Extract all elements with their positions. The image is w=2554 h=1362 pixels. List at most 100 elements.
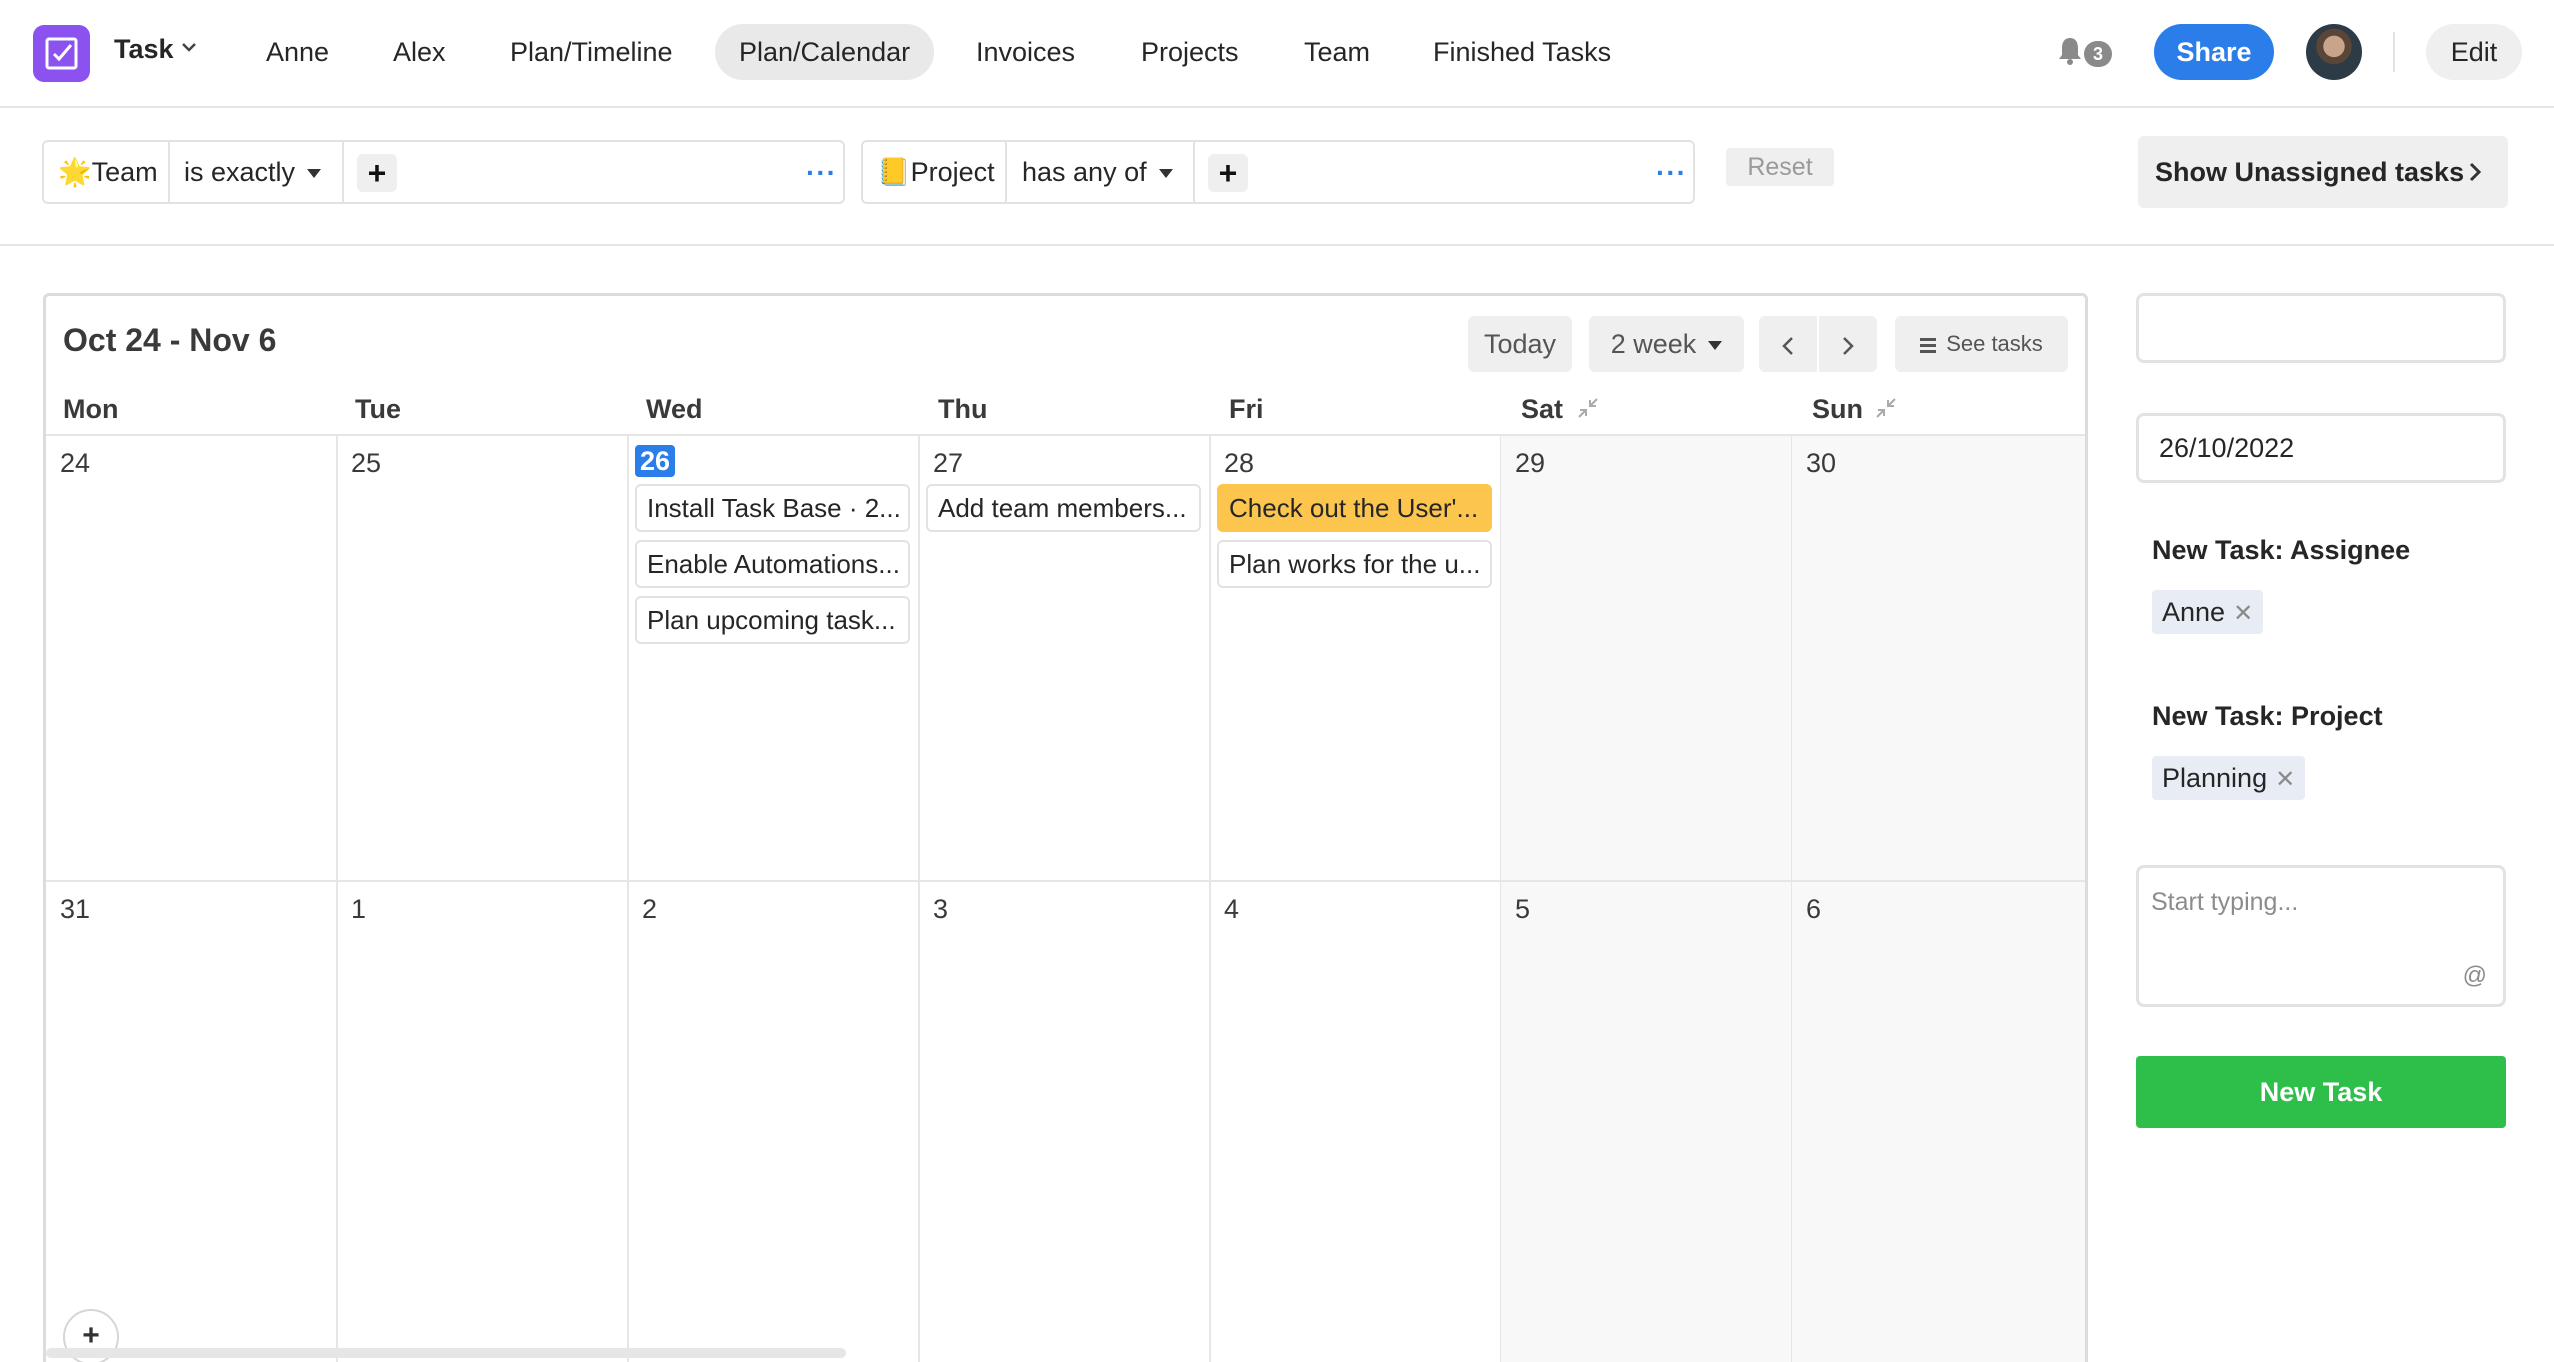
new-task-date-field[interactable]: 26/10/2022 (2136, 413, 2506, 483)
calendar-panel: Oct 24 - Nov 6 Today 2 week See tasks Mo… (43, 293, 2088, 1362)
day-cell-weekend[interactable]: 29 (1501, 436, 1793, 882)
avatar[interactable] (2306, 24, 2362, 80)
nav-tab-alex[interactable]: Alex (369, 24, 470, 80)
more-options-icon[interactable]: ··· (1656, 159, 1687, 187)
day-cell[interactable]: 2 (628, 882, 920, 1362)
nav-tab-team[interactable]: Team (1280, 24, 1394, 80)
day-cell[interactable]: 28 Check out the User'... Plan works for… (1210, 436, 1502, 882)
filter-field-team[interactable]: 🌟Team (58, 142, 158, 202)
day-number: 30 (1806, 448, 1837, 478)
day-cell[interactable]: 4 (1210, 882, 1502, 1362)
new-task-button[interactable]: New Task (2136, 1056, 2506, 1128)
day-cell[interactable]: 25 (337, 436, 629, 882)
list-icon (1920, 335, 1937, 356)
day-number: 6 (1806, 894, 1822, 924)
nav-tab-plan-timeline[interactable]: Plan/Timeline (486, 24, 697, 80)
assignee-label: New Task: Assignee (2152, 535, 2411, 565)
nav-tab-plan-calendar[interactable]: Plan/Calendar (715, 24, 935, 80)
collapse-column-icon[interactable] (1576, 396, 1600, 420)
day-number: 28 (1224, 448, 1255, 478)
day-number: 5 (1515, 894, 1531, 924)
day-number: 4 (1224, 894, 1240, 924)
day-number: 29 (1515, 448, 1546, 478)
divider (1005, 142, 1007, 202)
day-number: 2 (642, 894, 658, 924)
divider (2393, 32, 2395, 72)
day-header-thu: Thu (938, 394, 988, 424)
chevron-left-icon (1782, 336, 1793, 355)
share-button[interactable]: Share (2154, 24, 2274, 80)
edit-button[interactable]: Edit (2426, 24, 2522, 80)
chevron-right-icon (1843, 336, 1854, 355)
more-options-icon[interactable]: ··· (806, 159, 837, 187)
nav-tab-finished-tasks[interactable]: Finished Tasks (1409, 24, 1635, 80)
show-unassigned-tasks-button[interactable]: Show Unassigned tasks (2138, 136, 2508, 208)
day-number: 1 (351, 894, 367, 924)
today-day-number: 26 (635, 445, 676, 477)
day-cell[interactable]: 31 (46, 882, 338, 1362)
day-number: 24 (60, 448, 91, 478)
see-tasks-button[interactable]: See tasks (1895, 316, 2068, 372)
chevron-down-icon[interactable] (180, 40, 198, 54)
day-cell-weekend[interactable]: 6 (1792, 882, 2085, 1362)
nav-tab-anne[interactable]: Anne (242, 24, 353, 80)
day-cell-weekend[interactable]: 30 (1792, 436, 2085, 882)
day-number: 3 (933, 894, 949, 924)
horizontal-scrollbar[interactable] (46, 1348, 846, 1358)
day-cell-weekend[interactable]: 5 (1501, 882, 1793, 1362)
notebook-icon: 📒 (877, 157, 911, 187)
previous-period-button[interactable] (1759, 316, 1817, 372)
caret-down-icon (307, 169, 322, 179)
day-header-sat: Sat (1521, 394, 1564, 424)
next-period-button[interactable] (1819, 316, 1877, 372)
task-notes-input[interactable]: Start typing... @ (2136, 865, 2506, 1007)
bell-icon[interactable] (2057, 35, 2083, 67)
divider (1193, 142, 1195, 202)
day-cell[interactable]: 24 (46, 436, 338, 882)
filter-field-project[interactable]: 📒Project (877, 142, 995, 202)
filter-project: 📒Project has any of + ··· (861, 140, 1695, 204)
divider (168, 142, 170, 202)
assignee-chip[interactable]: Anne ✕ (2152, 590, 2264, 634)
day-cell-today[interactable]: 26 Install Task Base · 2... Enable Autom… (628, 436, 920, 882)
filter-operator-select[interactable]: has any of (1022, 142, 1173, 202)
remove-icon[interactable]: ✕ (2275, 766, 2295, 793)
divider (342, 142, 344, 202)
notes-placeholder: Start typing... (2151, 888, 2299, 916)
app-logo-icon[interactable] (33, 25, 90, 82)
remove-icon[interactable]: ✕ (2233, 600, 2253, 627)
task-card[interactable]: Install Task Base · 2... (635, 484, 910, 532)
caret-down-icon (1158, 169, 1173, 179)
top-navigation-bar: Task Anne Alex Plan/Timeline Plan/Calend… (0, 0, 2554, 108)
view-range-select[interactable]: 2 week (1589, 316, 1744, 372)
task-card[interactable]: Plan upcoming task... (635, 596, 910, 644)
day-number: 25 (351, 448, 382, 478)
calendar-grid: 24 25 26 Install Task Base · 2... Enable… (46, 434, 2085, 1362)
day-cell[interactable]: 27 Add team members... (919, 436, 1211, 882)
reset-button[interactable]: Reset (1726, 148, 1834, 186)
chevron-right-icon (2469, 162, 2482, 182)
filter-add-value-button[interactable]: + (1208, 154, 1248, 192)
calendar-date-range: Oct 24 - Nov 6 (63, 322, 277, 358)
nav-tab-projects[interactable]: Projects (1117, 24, 1263, 80)
filter-team: 🌟Team is exactly + ··· (42, 140, 845, 204)
filter-add-value-button[interactable]: + (357, 154, 397, 192)
day-cell[interactable]: 3 (919, 882, 1211, 1362)
today-button[interactable]: Today (1468, 316, 1572, 372)
task-card-highlighted[interactable]: Check out the User'... (1217, 484, 1492, 532)
task-card[interactable]: Plan works for the u... (1217, 540, 1492, 588)
task-card[interactable]: Add team members... (926, 484, 1201, 532)
day-header-fri: Fri (1229, 394, 1264, 424)
caret-down-icon (1708, 341, 1723, 351)
day-cell[interactable]: 1 (337, 882, 629, 1362)
new-task-name-field[interactable] (2136, 293, 2506, 363)
app-name[interactable]: Task (114, 34, 174, 65)
mention-icon[interactable]: @ (2463, 962, 2487, 990)
nav-tab-invoices[interactable]: Invoices (952, 24, 1099, 80)
collapse-column-icon[interactable] (1874, 396, 1898, 420)
task-card[interactable]: Enable Automations... (635, 540, 910, 588)
project-chip[interactable]: Planning ✕ (2152, 756, 2306, 800)
filter-operator-select[interactable]: is exactly (184, 142, 322, 202)
notification-count-badge: 3 (2084, 41, 2112, 67)
project-label: New Task: Project (2152, 701, 2383, 731)
